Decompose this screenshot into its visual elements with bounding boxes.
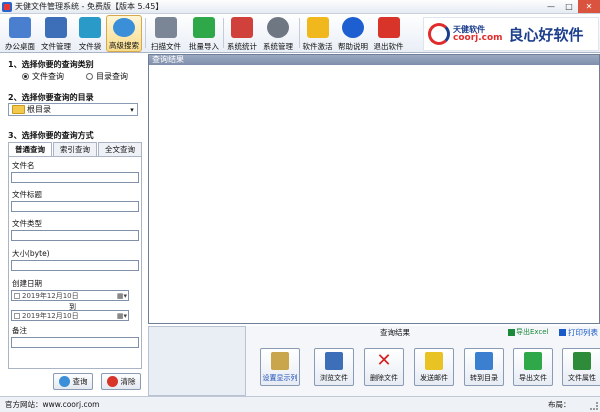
- action-side-panel: [148, 326, 246, 396]
- layout-label: 布局：: [548, 400, 571, 409]
- results-panel: 查询结果: [148, 54, 600, 324]
- chevron-down-icon: ▾: [130, 105, 134, 114]
- file-title-input[interactable]: [11, 201, 139, 212]
- send-mail-button[interactable]: 发送邮件: [414, 348, 454, 386]
- file-type-label: 文件类型: [12, 219, 42, 228]
- query-tabs: 普通查询 索引查询 全文查询: [8, 142, 142, 156]
- toolbar-statistics-button[interactable]: 系统统计: [226, 15, 258, 52]
- note-label: 备注: [12, 326, 27, 335]
- results-header: 查询结果: [149, 55, 599, 65]
- radio-dot-icon: [86, 73, 93, 80]
- radio-dot-icon: [22, 73, 29, 80]
- tab-index-query[interactable]: 索引查询: [53, 142, 97, 156]
- toolbar-desktop-button[interactable]: 办公桌面: [2, 15, 38, 52]
- toolbar-batch-import-button[interactable]: 批量导入: [188, 15, 220, 52]
- app-icon: [2, 1, 12, 12]
- brand-url: coorj.com: [453, 32, 503, 43]
- help-icon: [342, 17, 364, 38]
- desktop-icon: [9, 17, 31, 38]
- resize-grip-icon[interactable]: [590, 402, 598, 410]
- calendar-dropdown-icon: ▦▾: [116, 311, 127, 320]
- statistics-icon: [231, 17, 253, 38]
- title-bar: 天健文件管理系统 - 免费版【版本 5.45】 — □ ✕: [0, 0, 600, 14]
- exit-icon: [377, 17, 400, 38]
- search-icon: [58, 376, 70, 387]
- website-text: 官方网站：www.coorj.com: [5, 400, 100, 409]
- maximize-button[interactable]: □: [560, 0, 578, 13]
- brand-banner: 天健软件 coorj.com 良心好软件: [423, 17, 599, 51]
- close-button[interactable]: ✕: [578, 0, 600, 13]
- advanced-search-icon: [113, 18, 135, 37]
- normal-query-panel: 文件名 文件标题 文件类型 大小(byte) 创建日期 2019年12月10日 …: [8, 156, 142, 369]
- calendar-dropdown-icon: ▦▾: [116, 291, 127, 300]
- export-icon: [524, 352, 542, 370]
- file-size-input[interactable]: [11, 260, 139, 271]
- toolbar-help-button[interactable]: 帮助说明: [336, 15, 370, 52]
- radio-directory-query[interactable]: 目录查询: [86, 71, 128, 82]
- toolbar-activate-button[interactable]: 软件激活: [301, 15, 334, 52]
- section-query-method: 3、选择你要的查询方式: [8, 131, 94, 140]
- file-type-input[interactable]: [11, 230, 139, 241]
- date-checkbox[interactable]: [14, 312, 20, 319]
- brand-logo-icon: [428, 23, 450, 45]
- delete-icon: ✕: [376, 350, 392, 371]
- toolbar-file-manager-button[interactable]: 文件管理: [39, 15, 73, 52]
- export-file-button[interactable]: 导出文件: [513, 348, 553, 386]
- toolbar-scan-button[interactable]: 扫描文件: [147, 15, 185, 52]
- window-title: 天健文件管理系统 - 免费版【版本 5.45】: [15, 2, 164, 11]
- goto-folder-button[interactable]: 转到目录: [464, 348, 504, 386]
- filename-label: 文件名: [12, 161, 35, 170]
- properties-icon: [573, 352, 591, 370]
- scanner-icon: [155, 17, 177, 38]
- date-checkbox[interactable]: [14, 292, 20, 299]
- set-columns-button[interactable]: 设置显示列: [260, 348, 300, 386]
- action-header: 查询结果 导出Excel 打印列表: [246, 326, 600, 338]
- note-input[interactable]: [11, 337, 139, 348]
- query-button[interactable]: 查询: [53, 373, 93, 390]
- section-directory: 2、选择你要查询的目录: [8, 93, 94, 102]
- delete-file-button[interactable]: ✕ 删除文件: [364, 348, 404, 386]
- date-from-picker[interactable]: 2019年12月10日 ▦▾: [11, 290, 129, 301]
- tab-fulltext-query[interactable]: 全文查询: [98, 142, 142, 156]
- folder-icon: [12, 105, 25, 114]
- mail-icon: [425, 352, 443, 370]
- section-query-type: 1、选择你要的查询类别: [8, 60, 94, 69]
- goto-folder-icon: [475, 352, 493, 370]
- toolbar-advanced-search-button[interactable]: 高级搜索: [106, 15, 142, 52]
- status-bar: 官方网站：www.coorj.com 布局：: [0, 396, 600, 412]
- excel-icon: [508, 328, 515, 336]
- action-area: 查询结果 导出Excel 打印列表 设置显示列 浏览文件 ✕ 删除文件 发送邮件…: [148, 326, 600, 396]
- browse-file-button[interactable]: 浏览文件: [314, 348, 354, 386]
- minimize-button[interactable]: —: [542, 0, 560, 13]
- toolbar-exit-button[interactable]: 退出软件: [372, 15, 405, 52]
- date-to-picker[interactable]: 2019年12月10日 ▦▾: [11, 310, 129, 321]
- printer-icon: [559, 328, 566, 336]
- activate-icon: [306, 17, 329, 38]
- export-excel-link[interactable]: 导出Excel: [508, 327, 549, 337]
- directory-select[interactable]: 根目录 ▾: [8, 103, 138, 116]
- clear-button[interactable]: 清除: [101, 373, 141, 390]
- system-settings-icon: [267, 17, 289, 38]
- file-size-label: 大小(byte): [12, 249, 50, 258]
- toolbar-system-settings-button[interactable]: 系统管理: [261, 15, 295, 52]
- clear-icon: [106, 376, 118, 387]
- filename-input[interactable]: [11, 172, 139, 183]
- file-bag-icon: [79, 17, 101, 38]
- columns-icon: [271, 352, 289, 370]
- toolbar-file-bag-button[interactable]: 文件袋: [75, 15, 105, 52]
- radio-file-query[interactable]: 文件查询: [22, 71, 64, 82]
- print-list-link[interactable]: 打印列表: [559, 327, 598, 338]
- action-title: 查询结果: [380, 327, 410, 337]
- file-title-label: 文件标题: [12, 190, 42, 199]
- file-properties-button[interactable]: 文件属性: [562, 348, 600, 386]
- tab-normal-query[interactable]: 普通查询: [8, 142, 52, 156]
- batch-import-icon: [193, 17, 215, 38]
- brand-slogan: 良心好软件: [508, 25, 584, 44]
- file-manager-icon: [45, 17, 67, 38]
- browse-icon: [325, 352, 343, 370]
- created-date-label: 创建日期: [12, 279, 42, 288]
